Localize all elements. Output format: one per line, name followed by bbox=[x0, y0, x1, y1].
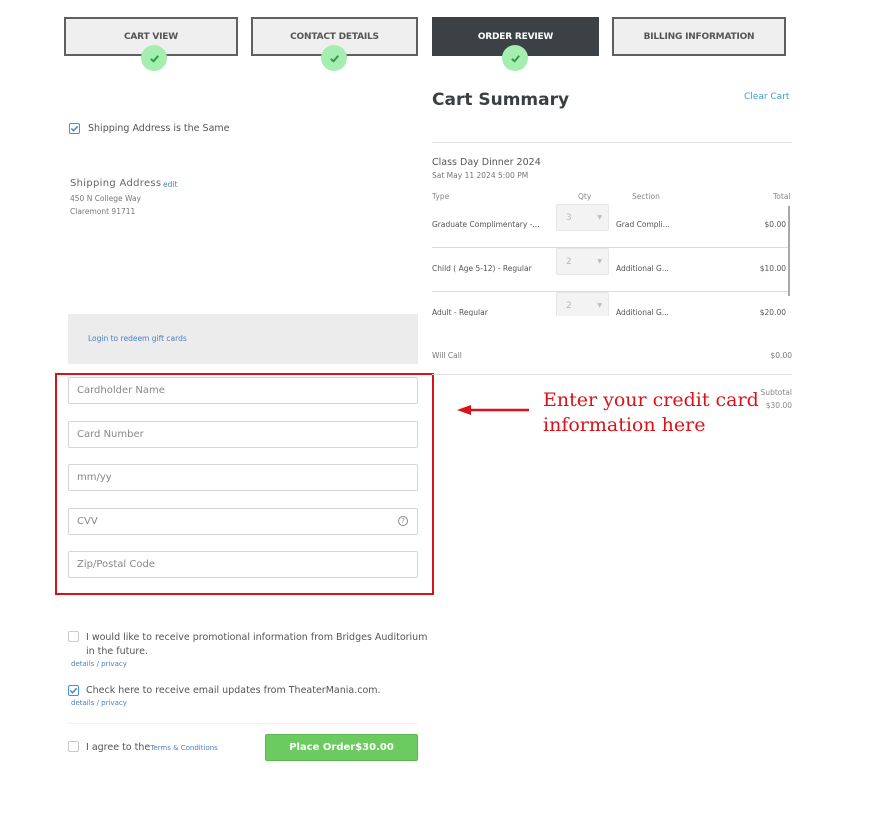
step-label: CART VIEW bbox=[124, 31, 178, 42]
caret-down-icon: ▼ bbox=[597, 302, 602, 309]
promo-optin-label: I would like to receive promotional info… bbox=[86, 632, 428, 643]
terms-prefix: I agree to the bbox=[86, 742, 151, 753]
table-row: Child ( Age 5-12) - Regular 2 ▼ Additiona… bbox=[432, 248, 788, 292]
shipping-line1: 450 N College Way bbox=[70, 194, 142, 203]
row-total: $20.00 bbox=[759, 308, 786, 316]
qty-value: 3 bbox=[566, 212, 572, 223]
qty-select[interactable]: 3 ▼ bbox=[556, 204, 609, 231]
divider bbox=[432, 374, 792, 375]
col-total: Total bbox=[773, 192, 791, 201]
email-privacy-link[interactable]: privacy bbox=[101, 699, 127, 707]
shipping-same-label: Shipping Address is the Same bbox=[88, 123, 230, 134]
promo-privacy-link[interactable]: privacy bbox=[101, 660, 127, 668]
annotation-line1: Enter your credit card bbox=[543, 389, 759, 411]
step-billing-information[interactable]: BILLING INFORMATION bbox=[612, 17, 786, 56]
terms-label: I agree to theTerms & Conditions bbox=[86, 742, 218, 753]
caret-down-icon: ▼ bbox=[597, 258, 602, 265]
row-total: $10.00 bbox=[759, 264, 786, 273]
expiry-field[interactable] bbox=[68, 464, 418, 491]
delivery-label: Will Call bbox=[432, 351, 462, 360]
divider bbox=[68, 723, 418, 724]
email-updates-label: Check here to receive email updates from… bbox=[86, 685, 381, 696]
col-section: Section bbox=[632, 192, 660, 201]
cart-summary-title: Cart Summary bbox=[432, 90, 570, 110]
check-icon bbox=[502, 45, 528, 71]
event-name: Class Day Dinner 2024 bbox=[432, 157, 541, 168]
gift-card-login-link[interactable]: Login to redeem gift cards bbox=[88, 334, 187, 343]
table-row: Adult - Regular 2 ▼ Additional G... $20.0… bbox=[432, 292, 788, 316]
clear-cart-link[interactable]: Clear Cart bbox=[744, 92, 789, 102]
cardholder-name-input[interactable] bbox=[77, 378, 417, 403]
place-order-amount: $30.00 bbox=[355, 742, 394, 753]
subtotal-label: Subtotal bbox=[760, 388, 792, 397]
check-icon bbox=[321, 45, 347, 71]
email-details-link[interactable]: details bbox=[71, 699, 94, 707]
promo-optin-label-cont: in the future. bbox=[86, 646, 148, 657]
expiry-input[interactable] bbox=[77, 465, 417, 490]
qty-value: 2 bbox=[566, 300, 572, 311]
row-section: Additional G... bbox=[616, 308, 669, 316]
place-order-label: Place Order bbox=[289, 742, 356, 753]
separator: / bbox=[96, 699, 99, 707]
shipping-edit-link[interactable]: edit bbox=[163, 180, 177, 189]
qty-select[interactable]: 2 ▼ bbox=[556, 248, 609, 275]
row-section: Additional G... bbox=[616, 264, 669, 273]
row-type: Adult - Regular bbox=[432, 308, 488, 316]
qty-value: 2 bbox=[566, 256, 572, 267]
zip-field[interactable] bbox=[68, 551, 418, 578]
annotation-text: Enter your credit card information here bbox=[543, 388, 759, 438]
cart-scrollbar[interactable] bbox=[788, 206, 790, 296]
card-number-input[interactable] bbox=[77, 422, 417, 447]
card-number-field[interactable] bbox=[68, 421, 418, 448]
step-label: CONTACT DETAILS bbox=[290, 31, 379, 42]
event-date: Sat May 11 2024 5:00 PM bbox=[432, 171, 529, 180]
zip-input[interactable] bbox=[77, 552, 417, 577]
separator: / bbox=[96, 660, 99, 668]
promo-details-link[interactable]: details bbox=[71, 660, 94, 668]
col-qty: Qty bbox=[578, 192, 592, 201]
step-label: ORDER REVIEW bbox=[477, 31, 554, 42]
promo-links: details / privacy bbox=[71, 660, 127, 668]
cvv-field[interactable]: ? bbox=[68, 508, 418, 535]
shipping-address-heading: Shipping Address bbox=[70, 178, 162, 189]
qty-select[interactable]: 2 ▼ bbox=[556, 292, 609, 316]
col-type: Type bbox=[432, 192, 450, 201]
table-row: Graduate Complimentary -... 3 ▼ Grad Comp… bbox=[432, 204, 788, 248]
annotation-line2: information here bbox=[543, 414, 706, 436]
row-section: Grad Compli... bbox=[616, 220, 670, 229]
cardholder-name-field[interactable] bbox=[68, 377, 418, 404]
step-label: BILLING INFORMATION bbox=[643, 31, 755, 42]
shipping-line2: Claremont 91711 bbox=[70, 207, 136, 216]
check-icon bbox=[141, 45, 167, 71]
place-order-button[interactable]: Place Order $30.00 bbox=[265, 734, 418, 761]
cvv-input[interactable] bbox=[77, 509, 417, 534]
arrow-left-icon bbox=[457, 405, 529, 415]
divider bbox=[432, 142, 792, 143]
row-type: Child ( Age 5-12) - Regular bbox=[432, 264, 532, 273]
terms-checkbox[interactable] bbox=[68, 741, 79, 752]
shipping-same-checkbox[interactable] bbox=[69, 123, 80, 134]
promo-optin-checkbox[interactable] bbox=[68, 631, 79, 642]
email-links: details / privacy bbox=[71, 699, 127, 707]
row-total: $0.00 bbox=[764, 220, 786, 229]
help-icon[interactable]: ? bbox=[398, 516, 408, 526]
subtotal-amount: $30.00 bbox=[765, 401, 792, 410]
terms-link[interactable]: Terms & Conditions bbox=[150, 744, 218, 752]
email-updates-checkbox[interactable] bbox=[68, 685, 79, 696]
delivery-amount: $0.00 bbox=[770, 351, 792, 360]
row-type: Graduate Complimentary -... bbox=[432, 220, 540, 229]
cart-rows-scroll: Graduate Complimentary -... 3 ▼ Grad Comp… bbox=[432, 204, 788, 316]
caret-down-icon: ▼ bbox=[597, 214, 602, 221]
